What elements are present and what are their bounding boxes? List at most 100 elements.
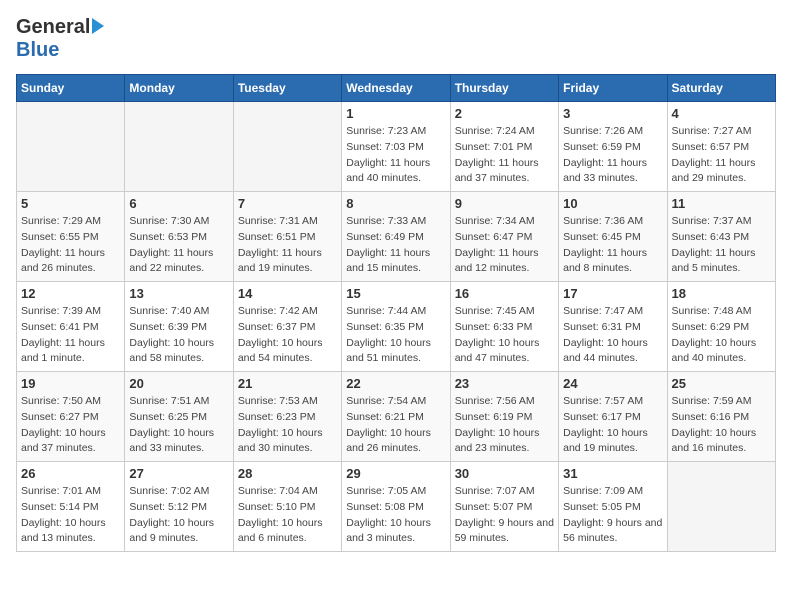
day-number: 29	[346, 466, 445, 481]
day-number: 28	[238, 466, 337, 481]
day-number: 18	[672, 286, 771, 301]
day-number: 20	[129, 376, 228, 391]
calendar-cell: 7 Sunrise: 7:31 AMSunset: 6:51 PMDaylight…	[233, 192, 341, 282]
weekday-header: Tuesday	[233, 75, 341, 102]
calendar-cell: 17 Sunrise: 7:47 AMSunset: 6:31 PMDayligh…	[559, 282, 667, 372]
calendar-cell: 2 Sunrise: 7:24 AMSunset: 7:01 PMDaylight…	[450, 102, 558, 192]
calendar-cell: 31Sunrise: 7:09 AMSunset: 5:05 PMDayligh…	[559, 462, 667, 552]
day-number: 25	[672, 376, 771, 391]
calendar-cell: 10 Sunrise: 7:36 AMSunset: 6:45 PMDayligh…	[559, 192, 667, 282]
day-info: Sunrise: 7:56 AMSunset: 6:19 PMDaylight:…	[455, 394, 554, 457]
weekday-header: Thursday	[450, 75, 558, 102]
calendar-cell	[17, 102, 125, 192]
calendar-week-row: 12 Sunrise: 7:39 AMSunset: 6:41 PMDayligh…	[17, 282, 776, 372]
day-info: Sunrise: 7:57 AMSunset: 6:17 PMDaylight:…	[563, 394, 662, 457]
day-number: 4	[672, 106, 771, 121]
day-info: Sunrise: 7:40 AMSunset: 6:39 PMDaylight:…	[129, 304, 228, 367]
day-info: Sunrise: 7:54 AMSunset: 6:21 PMDaylight:…	[346, 394, 445, 457]
day-info: Sunrise: 7:31 AMSunset: 6:51 PMDaylight:…	[238, 214, 337, 277]
calendar-cell: 15Sunrise: 7:44 AMSunset: 6:35 PMDayligh…	[342, 282, 450, 372]
calendar-cell: 22 Sunrise: 7:54 AMSunset: 6:21 PMDayligh…	[342, 372, 450, 462]
calendar-cell: 28 Sunrise: 7:04 AMSunset: 5:10 PMDayligh…	[233, 462, 341, 552]
calendar-cell: 26 Sunrise: 7:01 AMSunset: 5:14 PMDayligh…	[17, 462, 125, 552]
day-info: Sunrise: 7:47 AMSunset: 6:31 PMDaylight:…	[563, 304, 662, 367]
day-number: 17	[563, 286, 662, 301]
day-number: 21	[238, 376, 337, 391]
day-info: Sunrise: 7:34 AMSunset: 6:47 PMDaylight:…	[455, 214, 554, 277]
day-number: 22	[346, 376, 445, 391]
calendar-cell: 19 Sunrise: 7:50 AMSunset: 6:27 PMDayligh…	[17, 372, 125, 462]
day-info: Sunrise: 7:24 AMSunset: 7:01 PMDaylight:…	[455, 124, 554, 187]
day-info: Sunrise: 7:04 AMSunset: 5:10 PMDaylight:…	[238, 484, 337, 547]
calendar-cell: 18Sunrise: 7:48 AMSunset: 6:29 PMDayligh…	[667, 282, 775, 372]
day-info: Sunrise: 7:53 AMSunset: 6:23 PMDaylight:…	[238, 394, 337, 457]
day-info: Sunrise: 7:37 AMSunset: 6:43 PMDaylight:…	[672, 214, 771, 277]
day-info: Sunrise: 7:29 AMSunset: 6:55 PMDaylight:…	[21, 214, 120, 277]
day-number: 9	[455, 196, 554, 211]
day-info: Sunrise: 7:05 AMSunset: 5:08 PMDaylight:…	[346, 484, 445, 547]
day-number: 23	[455, 376, 554, 391]
day-info: Sunrise: 7:39 AMSunset: 6:41 PMDaylight:…	[21, 304, 120, 367]
logo-blue: Blue	[16, 39, 59, 62]
calendar-cell: 21 Sunrise: 7:53 AMSunset: 6:23 PMDayligh…	[233, 372, 341, 462]
calendar-cell: 3 Sunrise: 7:26 AMSunset: 6:59 PMDaylight…	[559, 102, 667, 192]
calendar-cell: 27 Sunrise: 7:02 AMSunset: 5:12 PMDayligh…	[125, 462, 233, 552]
day-number: 8	[346, 196, 445, 211]
calendar-week-row: 1 Sunrise: 7:23 AMSunset: 7:03 PMDaylight…	[17, 102, 776, 192]
logo-arrow-icon	[92, 18, 104, 34]
weekday-header: Friday	[559, 75, 667, 102]
day-number: 14	[238, 286, 337, 301]
calendar-cell: 4 Sunrise: 7:27 AMSunset: 6:57 PMDaylight…	[667, 102, 775, 192]
day-info: Sunrise: 7:45 AMSunset: 6:33 PMDaylight:…	[455, 304, 554, 367]
day-number: 26	[21, 466, 120, 481]
day-number: 24	[563, 376, 662, 391]
calendar-cell	[233, 102, 341, 192]
calendar-cell: 11Sunrise: 7:37 AMSunset: 6:43 PMDayligh…	[667, 192, 775, 282]
day-number: 27	[129, 466, 228, 481]
calendar-cell: 25 Sunrise: 7:59 AMSunset: 6:16 PMDayligh…	[667, 372, 775, 462]
calendar-week-row: 5 Sunrise: 7:29 AMSunset: 6:55 PMDaylight…	[17, 192, 776, 282]
weekday-header: Saturday	[667, 75, 775, 102]
weekday-header: Wednesday	[342, 75, 450, 102]
calendar-cell: 6 Sunrise: 7:30 AMSunset: 6:53 PMDaylight…	[125, 192, 233, 282]
day-info: Sunrise: 7:01 AMSunset: 5:14 PMDaylight:…	[21, 484, 120, 547]
day-number: 7	[238, 196, 337, 211]
day-number: 15	[346, 286, 445, 301]
day-number: 10	[563, 196, 662, 211]
day-number: 5	[21, 196, 120, 211]
calendar-cell: 5 Sunrise: 7:29 AMSunset: 6:55 PMDaylight…	[17, 192, 125, 282]
day-info: Sunrise: 7:27 AMSunset: 6:57 PMDaylight:…	[672, 124, 771, 187]
day-info: Sunrise: 7:23 AMSunset: 7:03 PMDaylight:…	[346, 124, 445, 187]
calendar-cell: 20Sunrise: 7:51 AMSunset: 6:25 PMDayligh…	[125, 372, 233, 462]
logo-general: General	[16, 16, 90, 39]
day-info: Sunrise: 7:59 AMSunset: 6:16 PMDaylight:…	[672, 394, 771, 457]
calendar-cell: 13Sunrise: 7:40 AMSunset: 6:39 PMDayligh…	[125, 282, 233, 372]
day-number: 19	[21, 376, 120, 391]
calendar-table: SundayMondayTuesdayWednesdayThursdayFrid…	[16, 74, 776, 552]
day-info: Sunrise: 7:36 AMSunset: 6:45 PMDaylight:…	[563, 214, 662, 277]
calendar-cell	[667, 462, 775, 552]
day-info: Sunrise: 7:02 AMSunset: 5:12 PMDaylight:…	[129, 484, 228, 547]
day-number: 16	[455, 286, 554, 301]
weekday-header: Monday	[125, 75, 233, 102]
calendar-cell: 16 Sunrise: 7:45 AMSunset: 6:33 PMDayligh…	[450, 282, 558, 372]
day-info: Sunrise: 7:26 AMSunset: 6:59 PMDaylight:…	[563, 124, 662, 187]
day-number: 12	[21, 286, 120, 301]
calendar-header-row: SundayMondayTuesdayWednesdayThursdayFrid…	[17, 75, 776, 102]
day-number: 3	[563, 106, 662, 121]
calendar-cell: 9 Sunrise: 7:34 AMSunset: 6:47 PMDaylight…	[450, 192, 558, 282]
day-number: 30	[455, 466, 554, 481]
day-info: Sunrise: 7:33 AMSunset: 6:49 PMDaylight:…	[346, 214, 445, 277]
day-info: Sunrise: 7:07 AMSunset: 5:07 PMDaylight:…	[455, 484, 554, 547]
day-number: 6	[129, 196, 228, 211]
day-number: 1	[346, 106, 445, 121]
day-info: Sunrise: 7:42 AMSunset: 6:37 PMDaylight:…	[238, 304, 337, 367]
calendar-cell: 23 Sunrise: 7:56 AMSunset: 6:19 PMDayligh…	[450, 372, 558, 462]
day-info: Sunrise: 7:50 AMSunset: 6:27 PMDaylight:…	[21, 394, 120, 457]
day-number: 31	[563, 466, 662, 481]
day-number: 2	[455, 106, 554, 121]
calendar-week-row: 26 Sunrise: 7:01 AMSunset: 5:14 PMDayligh…	[17, 462, 776, 552]
calendar-cell: 8 Sunrise: 7:33 AMSunset: 6:49 PMDaylight…	[342, 192, 450, 282]
calendar-cell: 29 Sunrise: 7:05 AMSunset: 5:08 PMDayligh…	[342, 462, 450, 552]
day-info: Sunrise: 7:30 AMSunset: 6:53 PMDaylight:…	[129, 214, 228, 277]
